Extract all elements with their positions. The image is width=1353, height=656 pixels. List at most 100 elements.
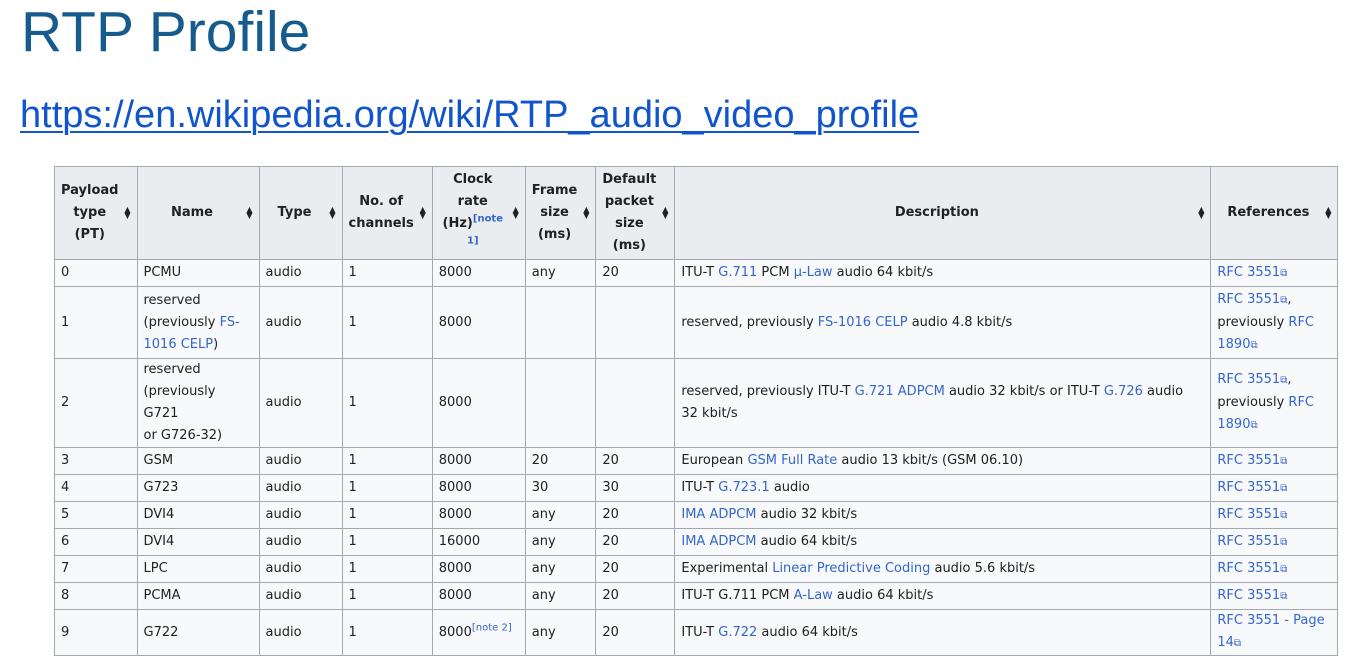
cell-packet	[595, 358, 676, 448]
cell-desc: ITU-T G.722 audio 64 kbit/s	[674, 609, 1212, 656]
wiki-link[interactable]: RFC 3551	[1217, 453, 1280, 468]
cell-clock: 8000[note 2]	[431, 609, 526, 656]
cell-text: PCMA	[143, 588, 181, 603]
cell-text: 1	[348, 561, 357, 576]
wiki-link[interactable]: G.721 ADPCM	[855, 384, 945, 399]
external-link-icon[interactable]: ⧉	[1234, 638, 1241, 649]
cell-desc: ITU-T G.711 PCM A-Law audio 64 kbit/s	[674, 582, 1212, 610]
cell-type: audio	[258, 609, 343, 656]
wiki-link[interactable]: RFC 3551	[1217, 372, 1280, 387]
note-link[interactable]: [note 2]	[472, 622, 512, 633]
cell-text: LPC	[143, 561, 168, 576]
cell-text: 1	[348, 480, 357, 495]
external-link-icon[interactable]: ⧉	[1250, 340, 1257, 351]
header-type: Type	[277, 205, 312, 220]
col-channels[interactable]: No. of channels ▲ ▼	[341, 166, 433, 260]
wiki-link[interactable]: RFC 3551	[1217, 265, 1280, 280]
external-link-icon[interactable]: ⧉	[1280, 268, 1287, 279]
col-name[interactable]: Name ▲ ▼	[136, 166, 260, 260]
external-link-icon[interactable]: ⧉	[1280, 510, 1287, 521]
wiki-link[interactable]: G.726	[1104, 384, 1143, 399]
external-link-icon[interactable]: ⧉	[1280, 456, 1287, 467]
wiki-link[interactable]: RFC 3551	[1217, 588, 1280, 603]
external-link-icon[interactable]: ⧉	[1280, 483, 1287, 494]
cell-type: audio	[258, 447, 343, 475]
cell-text: DVI4	[143, 534, 175, 549]
header-pt-2: type	[73, 205, 107, 220]
cell-text: reserved	[143, 292, 201, 308]
col-type[interactable]: Type ▲ ▼	[258, 166, 343, 260]
wiki-link[interactable]: 1016 CELP	[144, 337, 214, 352]
cell-name: reserved (previously G721 or G726-32)	[136, 358, 260, 448]
wiki-link[interactable]: FS-1016 CELP	[818, 315, 908, 330]
sort-icon[interactable]: ▲ ▼	[124, 206, 130, 220]
cell-text: audio	[265, 588, 302, 603]
col-references[interactable]: References ▲ ▼	[1210, 166, 1339, 260]
cell-packet: 20	[595, 609, 676, 656]
wiki-link[interactable]: RFC 3551 - Page	[1217, 613, 1324, 628]
wiki-link[interactable]: IMA ADPCM	[681, 534, 756, 549]
wiki-link[interactable]: μ-Law	[794, 265, 833, 280]
cell-text: ITU-T	[681, 265, 719, 280]
external-link-icon[interactable]: ⧉	[1250, 420, 1257, 431]
wiki-link[interactable]: RFC 3551	[1217, 507, 1280, 522]
header-pt-3: (PT)	[74, 227, 105, 242]
col-description[interactable]: Description ▲ ▼	[674, 166, 1212, 260]
cell-text: 1	[348, 588, 357, 603]
external-link-icon[interactable]: ⧉	[1280, 591, 1287, 602]
cell-text: 8000	[438, 480, 472, 495]
sort-icon[interactable]: ▲ ▼	[583, 206, 589, 220]
wiki-link[interactable]: RFC 3551	[1217, 534, 1280, 549]
sort-icon[interactable]: ▲ ▼	[329, 206, 335, 220]
sort-icon[interactable]: ▲ ▼	[513, 206, 519, 220]
external-link-icon[interactable]: ⧉	[1280, 564, 1287, 575]
col-frame-size[interactable]: Frame size (ms) ▲ ▼	[524, 166, 597, 260]
sort-icon[interactable]: ▲ ▼	[420, 206, 426, 220]
cell-text: 8000	[438, 453, 472, 468]
wikipedia-link[interactable]: https://en.wikipedia.org/wiki/RTP_audio_…	[20, 92, 919, 138]
col-packet-size[interactable]: Default packet size (ms) ▲ ▼	[595, 166, 676, 260]
col-payload-type[interactable]: Payload type (PT) ▲ ▼	[54, 166, 138, 260]
cell-packet: 20	[595, 259, 676, 287]
wiki-link[interactable]: 1890	[1217, 417, 1250, 432]
cell-text: DVI4	[143, 507, 175, 522]
wiki-link[interactable]: 1890	[1217, 337, 1250, 352]
wiki-link[interactable]: A-Law	[794, 588, 833, 603]
cell-desc: ITU-T G.723.1 audio	[674, 474, 1212, 502]
table-row: 4 G723 audio 1 8000 30 30 ITU-T G.723.1 audio RF…	[54, 474, 1339, 502]
sort-icon[interactable]: ▲ ▼	[1198, 206, 1204, 220]
header-row: Payload type (PT) ▲ ▼ Name ▲ ▼ Type ▲ ▼ No.…	[54, 166, 1339, 260]
sort-icon[interactable]: ▲ ▼	[662, 206, 668, 220]
wiki-link[interactable]: RFC 3551	[1217, 480, 1280, 495]
wiki-link[interactable]: FS-	[220, 315, 240, 330]
wiki-link[interactable]: RFC	[1288, 395, 1314, 410]
wiki-link[interactable]: Linear Predictive Coding	[772, 561, 930, 576]
cell-text: audio 64 kbit/s	[832, 265, 934, 280]
cell-refs: RFC 3551⧉, previously RFC 1890⧉	[1210, 286, 1339, 359]
wiki-link[interactable]: RFC 3551	[1217, 561, 1280, 576]
external-link-icon[interactable]: ⧉	[1280, 537, 1287, 548]
cell-text: any	[531, 534, 556, 549]
wiki-link[interactable]: GSM Full Rate	[747, 453, 837, 468]
wiki-link[interactable]: IMA ADPCM	[681, 507, 756, 522]
wiki-link[interactable]: G.711	[718, 265, 757, 280]
cell-type: audio	[258, 582, 343, 610]
cell-text: 20	[602, 588, 619, 603]
wiki-link[interactable]: 14	[1217, 635, 1234, 650]
cell-text: 1	[348, 507, 357, 522]
wiki-link[interactable]: G.723.1	[718, 480, 769, 495]
cell-refs: RFC 3551⧉	[1210, 555, 1339, 583]
col-clock-rate[interactable]: Clock rate (Hz)[note 1] ▲ ▼	[431, 166, 526, 260]
wiki-link[interactable]: RFC	[1288, 315, 1314, 330]
cell-text: any	[531, 507, 556, 522]
cell-text: audio	[265, 480, 302, 495]
sort-icon[interactable]: ▲ ▼	[246, 206, 252, 220]
cell-text: audio 13 kbit/s (GSM 06.10)	[837, 453, 1024, 468]
table-row: 1 reserved (previously FS- 1016 CELP) audio 1…	[54, 286, 1339, 359]
wiki-link[interactable]: G.722	[718, 625, 757, 640]
cell-pt: 6	[54, 528, 138, 556]
cell-text: audio	[265, 534, 302, 549]
cell-channels: 1	[341, 528, 433, 556]
wiki-link[interactable]: RFC 3551	[1217, 292, 1280, 307]
sort-icon[interactable]: ▲ ▼	[1325, 206, 1331, 220]
